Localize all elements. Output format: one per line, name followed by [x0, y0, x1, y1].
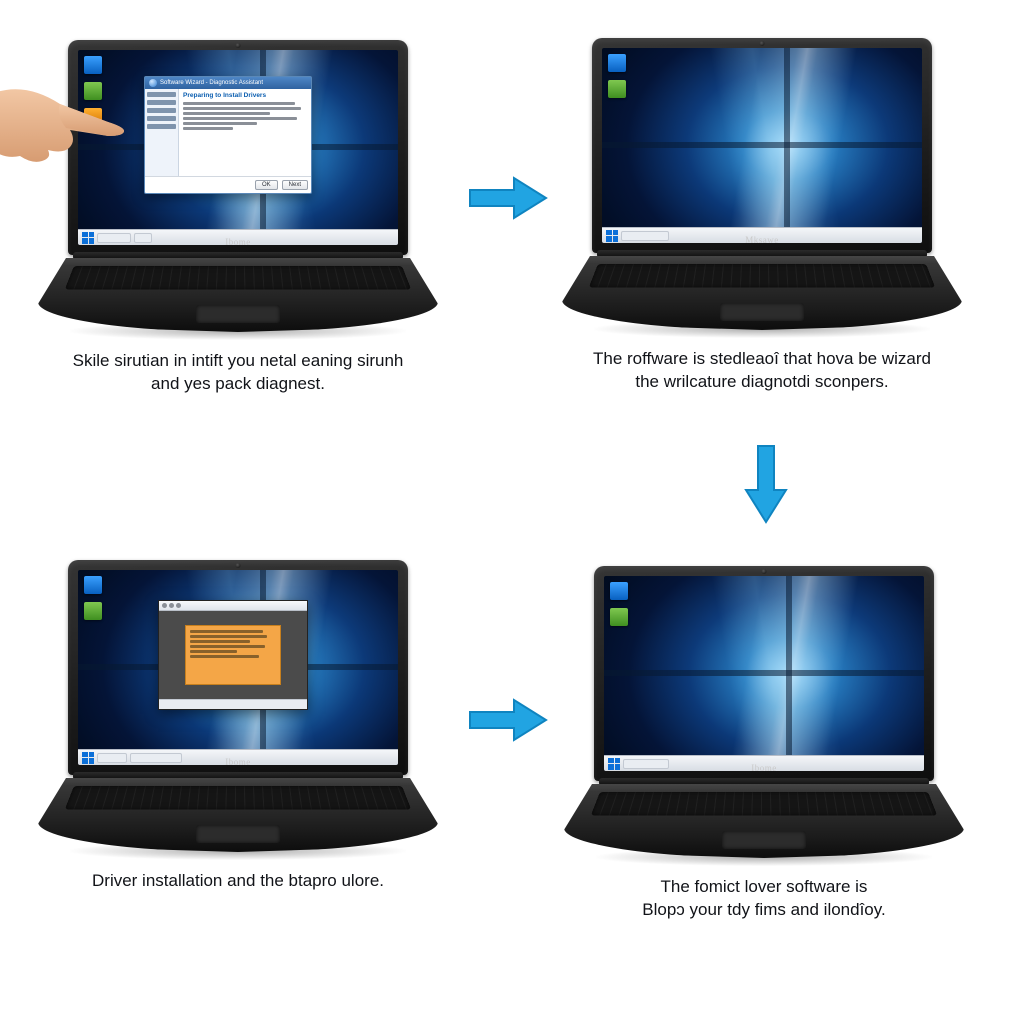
window-body: [159, 611, 307, 699]
taskbar-item[interactable]: [134, 233, 152, 243]
camera-dot: [236, 43, 241, 48]
step-4-caption: The fomict lover software is Blopɔ your …: [642, 876, 885, 922]
laptop-screen-bezel: Software Wizard - Diagnostic Assistant P…: [68, 40, 408, 255]
desktop-icon[interactable]: [84, 82, 102, 100]
laptop-screen: Software Wizard - Diagnostic Assistant P…: [78, 50, 398, 245]
laptop-screen: [78, 570, 398, 765]
dialog-title-text: Software Wizard - Diagnostic Assistant: [160, 80, 263, 86]
install-wizard-dialog[interactable]: Software Wizard - Diagnostic Assistant P…: [144, 76, 312, 194]
dialog-body: Preparing to Install Drivers: [145, 89, 311, 176]
laptop-keyboard[interactable]: [589, 264, 935, 287]
dialog-next-button[interactable]: Next: [282, 180, 308, 190]
step-3-caption: Driver installation and the btapro ulore…: [92, 870, 384, 893]
caption-line: the wrilcature diagnotdi sconpers.: [635, 372, 888, 391]
desktop-icon[interactable]: [84, 576, 102, 594]
caption-line: Driver installation and the btapro ulore…: [92, 871, 384, 890]
step-1-panel: Software Wizard - Diagnostic Assistant P…: [38, 40, 438, 396]
laptop-step-3: Ibome: [38, 560, 438, 850]
caption-line: Skile sirutian in intift you netal eanin…: [73, 351, 404, 370]
laptop-brand-label: Ibome: [751, 763, 777, 773]
start-button-icon[interactable]: [82, 232, 94, 244]
desktop-icon[interactable]: [84, 108, 102, 126]
window-titlebar[interactable]: [159, 601, 307, 611]
arrow-down-icon: [740, 442, 792, 526]
laptop-keyboard[interactable]: [65, 266, 411, 289]
wallpaper-light-beams: [602, 48, 922, 243]
desktop-icon[interactable]: [610, 582, 628, 600]
camera-dot: [236, 563, 241, 568]
taskbar-item[interactable]: [623, 759, 669, 769]
laptop-brand-label: Ibome: [225, 237, 251, 247]
step-1-caption: Skile sirutian in intift you netal eanin…: [73, 350, 404, 396]
laptop-screen-bezel: Mksawe: [592, 38, 932, 253]
desktop-icon[interactable]: [610, 608, 628, 626]
desktop-icon[interactable]: [608, 54, 626, 72]
camera-dot: [760, 41, 765, 46]
step-2-caption: The roffware is stedleaoî that hova be w…: [593, 348, 931, 394]
laptop-keyboard[interactable]: [591, 792, 937, 815]
dialog-titlebar[interactable]: Software Wizard - Diagnostic Assistant: [145, 77, 311, 89]
arrow-right-icon: [466, 694, 550, 746]
laptop-keyboard-deck: [38, 258, 438, 332]
camera-dot: [762, 569, 767, 574]
desktop-icon[interactable]: [608, 80, 626, 98]
info-icon: [149, 79, 157, 87]
laptop-step-2: Mksawe: [562, 38, 962, 328]
laptop-screen: [604, 576, 924, 771]
laptop-screen: [602, 48, 922, 243]
dialog-footer: OK Next: [145, 176, 311, 193]
laptop-brand-label: Mksawe: [745, 235, 779, 245]
caption-line: and yes pack diagnest.: [151, 374, 325, 393]
dialog-ok-button[interactable]: OK: [255, 180, 278, 190]
start-button-icon[interactable]: [82, 752, 94, 764]
taskbar-item[interactable]: [97, 233, 131, 243]
desktop-icon[interactable]: [84, 602, 102, 620]
laptop-trackpad[interactable]: [722, 831, 806, 849]
dialog-sidebar: [145, 89, 179, 176]
start-button-icon[interactable]: [606, 230, 618, 242]
driver-install-window[interactable]: [158, 600, 308, 710]
start-button-icon[interactable]: [608, 758, 620, 770]
laptop-brand-label: Ibome: [225, 757, 251, 767]
laptop-keyboard[interactable]: [65, 786, 411, 809]
desktop-icons: [608, 54, 626, 98]
desktop-icons: [610, 582, 628, 626]
arrow-right-icon: [466, 172, 550, 224]
caption-line: The roffware is stedleaoî that hova be w…: [593, 349, 931, 368]
laptop-keyboard-deck: [564, 784, 964, 858]
step-3-panel: Ibome Driver installation and the btapro…: [38, 560, 438, 893]
laptop-trackpad[interactable]: [196, 305, 280, 323]
taskbar-item[interactable]: [130, 753, 182, 763]
caption-line: The fomict lover software is: [661, 877, 868, 896]
wallpaper-light-beams: [604, 576, 924, 771]
dialog-heading: Preparing to Install Drivers: [183, 92, 307, 99]
window-footer: [159, 699, 307, 709]
laptop-step-1: Software Wizard - Diagnostic Assistant P…: [38, 40, 438, 330]
driver-prompt-box[interactable]: [185, 625, 280, 686]
taskbar-item[interactable]: [97, 753, 127, 763]
laptop-step-4: Ibome: [564, 566, 964, 856]
step-2-panel: Mksawe The roffware is stedleaoî that ho…: [562, 38, 962, 394]
taskbar-item[interactable]: [621, 231, 669, 241]
desktop-icons: [84, 576, 102, 620]
step-4-panel: Ibome The fomict lover software is Blopɔ…: [564, 566, 964, 922]
laptop-screen-bezel: Ibome: [68, 560, 408, 775]
laptop-keyboard-deck: [38, 778, 438, 852]
caption-line: Blopɔ your tdy fims and ilondîoy.: [642, 900, 885, 919]
laptop-trackpad[interactable]: [720, 303, 804, 321]
laptop-trackpad[interactable]: [196, 825, 280, 843]
desktop-icon[interactable]: [84, 56, 102, 74]
window-controls[interactable]: [162, 603, 181, 608]
laptop-keyboard-deck: [562, 256, 962, 330]
desktop-icons: [84, 56, 102, 126]
dialog-main: Preparing to Install Drivers: [179, 89, 311, 176]
laptop-screen-bezel: Ibome: [594, 566, 934, 781]
